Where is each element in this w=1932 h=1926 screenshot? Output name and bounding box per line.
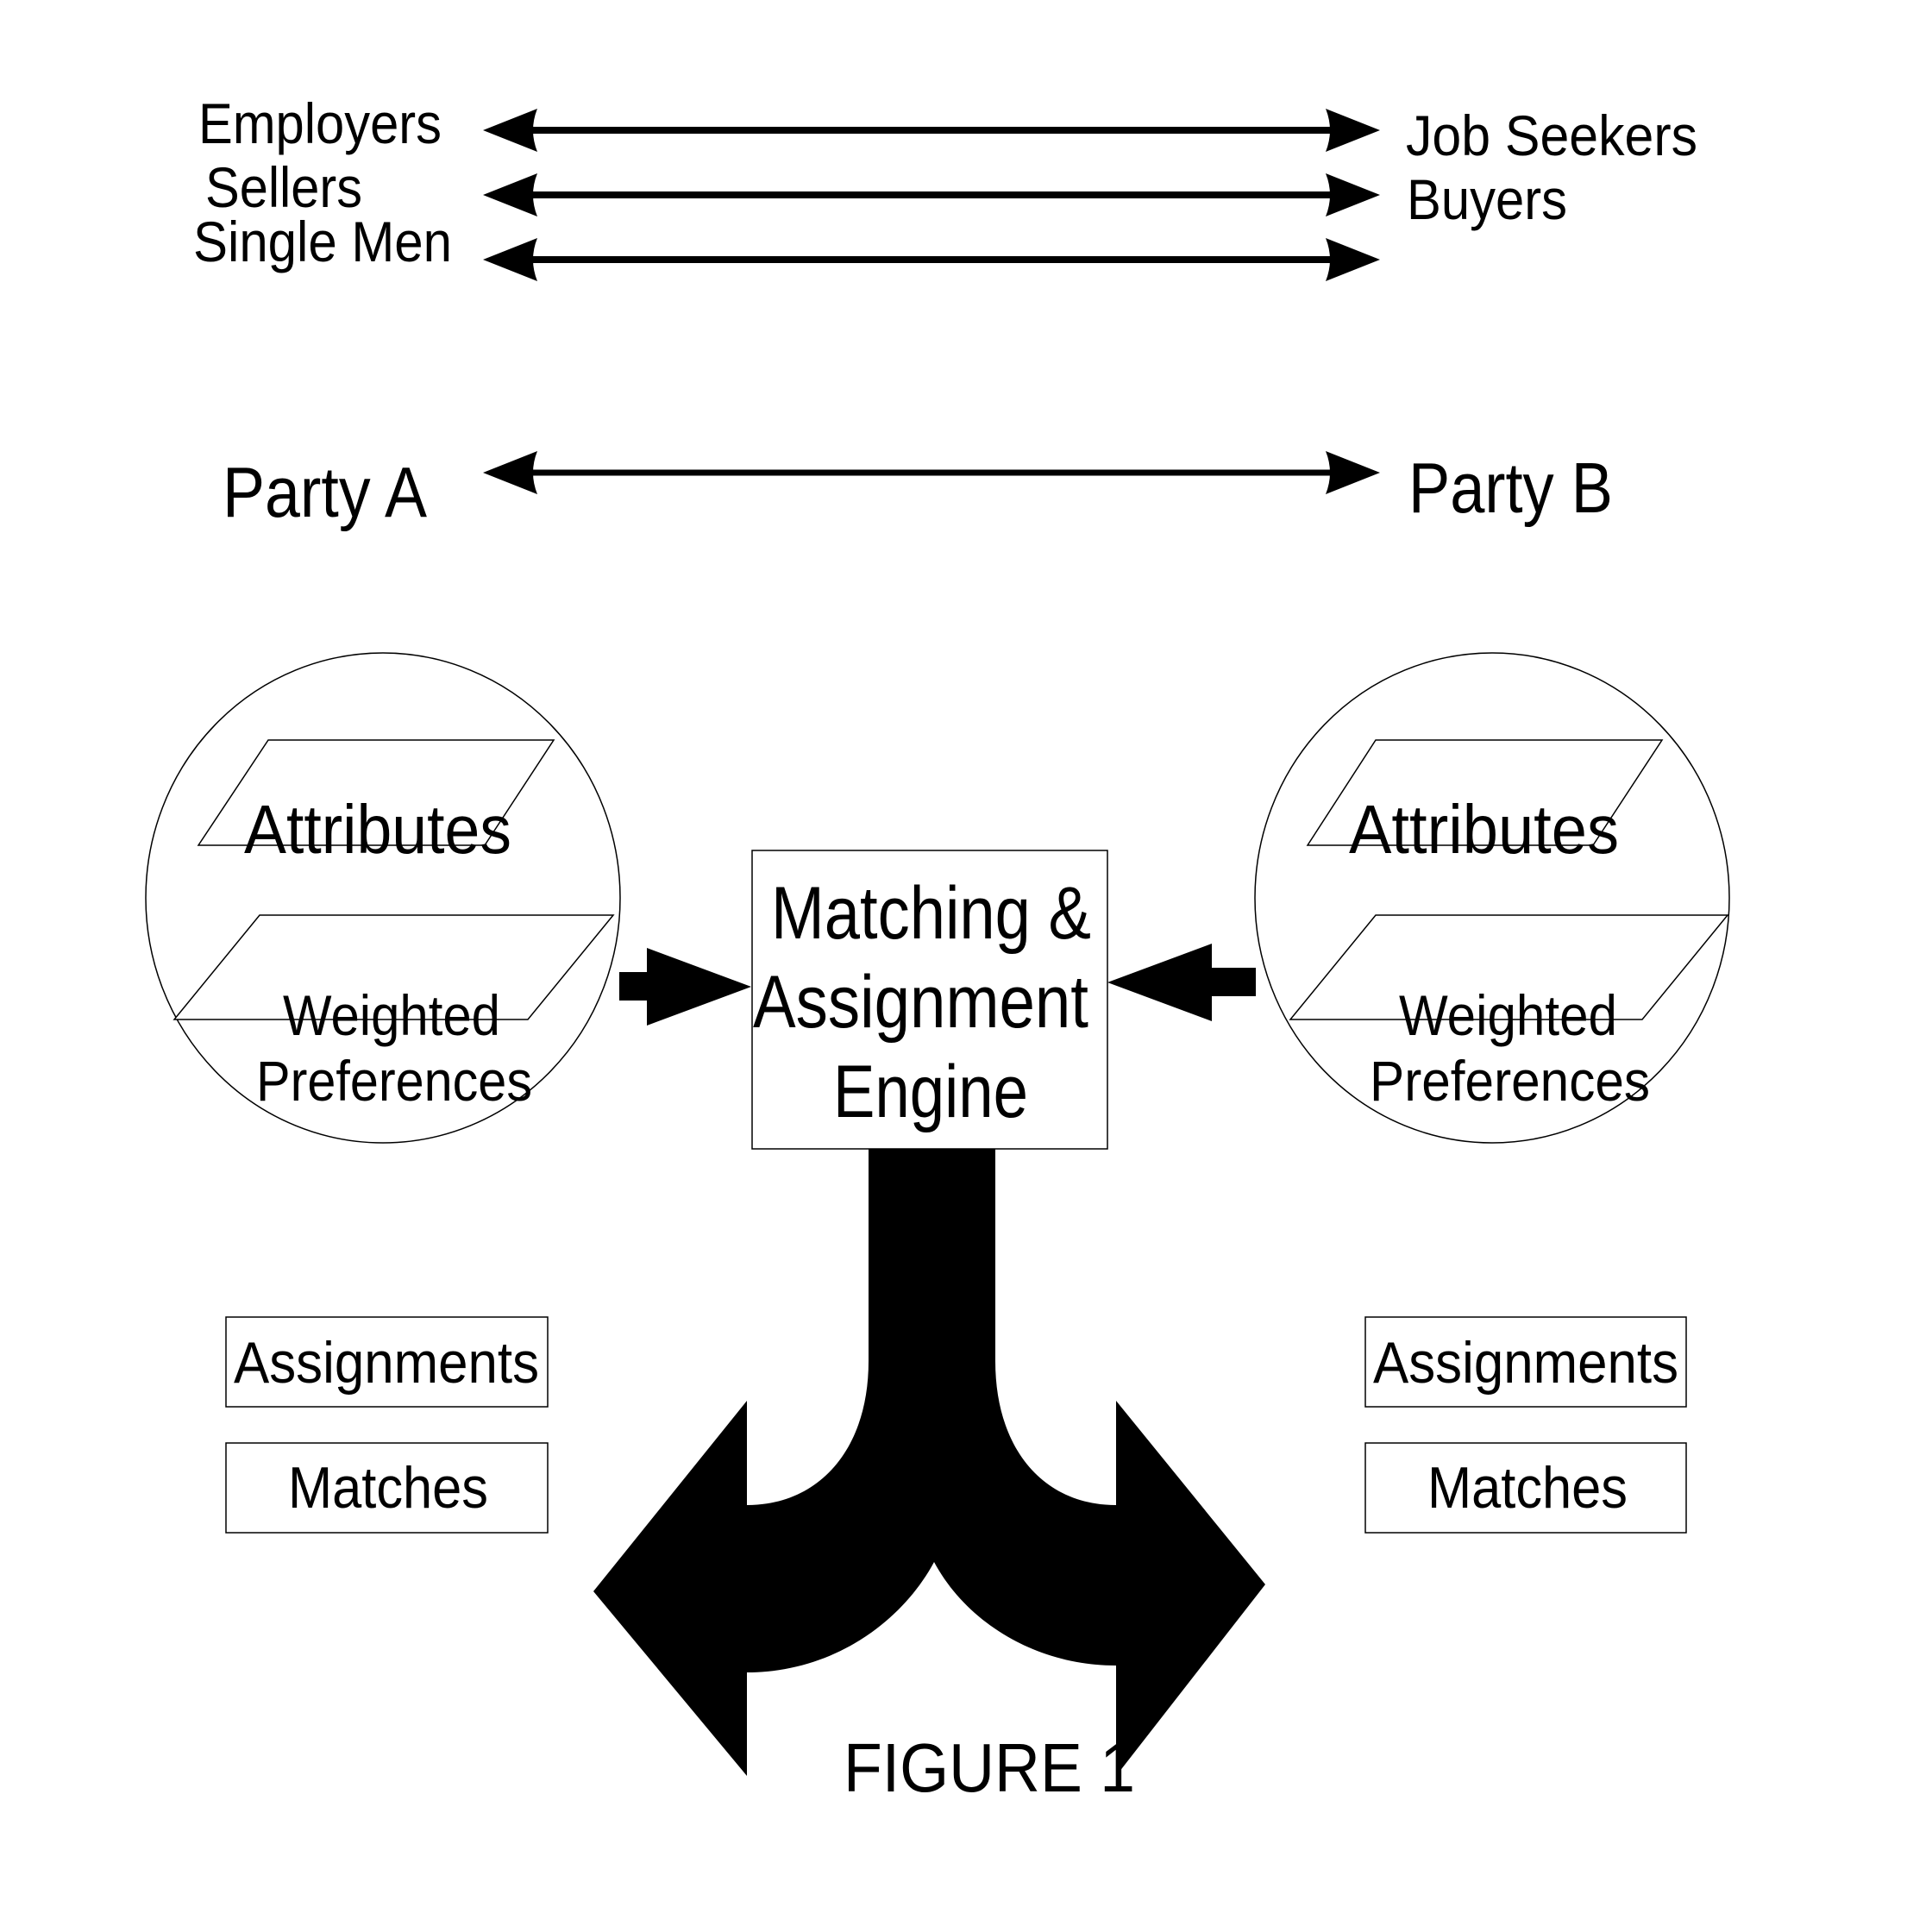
double-arrow-icon xyxy=(483,451,1380,494)
figure-1-diagram: Employers Job Seekers Sellers Buyers Sin… xyxy=(145,91,1730,1806)
party-a-weighted-preferences: Weighted Preferences xyxy=(172,914,615,1113)
pair-row-single-men: Single Men xyxy=(193,210,1380,281)
party-b-outputs: Assignments Matches xyxy=(1364,1316,1687,1534)
attributes-label: Attributes xyxy=(244,791,511,868)
preferences-label-line2: Preferences xyxy=(256,1049,532,1113)
party-row: Party A Party B xyxy=(223,448,1613,532)
party-b-profile: Attributes Weighted Preferences xyxy=(1254,652,1730,1144)
label-employers: Employers xyxy=(198,91,442,155)
matches-label: Matches xyxy=(288,1455,488,1521)
matches-label: Matches xyxy=(1427,1455,1628,1521)
double-arrow-icon xyxy=(483,173,1380,216)
double-arrow-icon xyxy=(483,109,1380,152)
assignments-label: Assignments xyxy=(234,1330,539,1396)
arrow-left-icon xyxy=(1107,944,1256,1021)
preferences-label-line1: Weighted xyxy=(1399,983,1617,1047)
arrow-right-icon xyxy=(619,948,751,1026)
attributes-label: Attributes xyxy=(1349,791,1619,868)
assignments-label: Assignments xyxy=(1373,1330,1678,1396)
label-party-a: Party A xyxy=(223,452,428,532)
engine-label-line3: Engine xyxy=(833,1051,1028,1133)
label-job-seekers: Job Seekers xyxy=(1406,104,1697,167)
label-buyers: Buyers xyxy=(1407,167,1567,231)
label-single-men: Single Men xyxy=(193,210,452,273)
label-party-b: Party B xyxy=(1408,448,1613,528)
matching-assignment-engine: Matching & Assignment Engine xyxy=(751,850,1108,1150)
engine-label-line2: Assignment xyxy=(753,961,1088,1044)
preferences-label-line2: Preferences xyxy=(1370,1049,1650,1113)
party-a-profile: Attributes Weighted Preferences xyxy=(145,652,621,1144)
preferences-label-line1: Weighted xyxy=(283,983,500,1047)
pair-row-employers-job-seekers: Employers Job Seekers xyxy=(198,91,1697,167)
double-arrow-icon xyxy=(483,238,1380,281)
party-b-attributes: Attributes xyxy=(1306,739,1664,868)
party-a-outputs: Assignments Matches xyxy=(225,1316,549,1534)
split-arrow-icon xyxy=(593,1149,1265,1776)
party-a-attributes: Attributes xyxy=(197,739,555,868)
figure-caption: FIGURE 1 xyxy=(844,1729,1135,1806)
engine-label-line1: Matching & xyxy=(771,872,1091,955)
party-b-weighted-preferences: Weighted Preferences xyxy=(1289,914,1729,1113)
